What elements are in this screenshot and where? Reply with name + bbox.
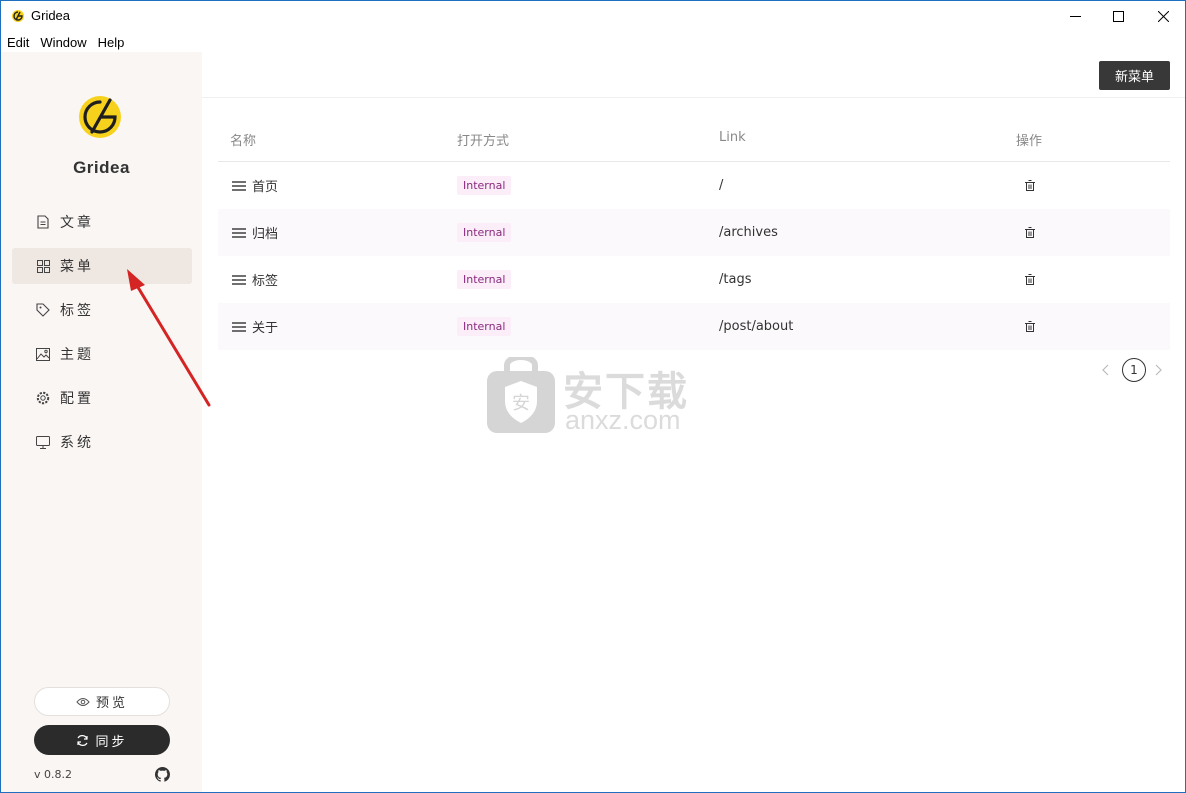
chevron-left-icon[interactable] [1102, 364, 1110, 376]
delete-button[interactable] [1025, 162, 1035, 209]
window-title: Gridea [31, 8, 71, 23]
nav-item-system[interactable]: 系统 [12, 424, 192, 460]
new-menu-button[interactable]: 新菜单 [1099, 61, 1170, 90]
column-header-name: 名称 [230, 134, 257, 149]
row-name: 标签 [252, 274, 279, 289]
delete-button[interactable] [1025, 256, 1035, 303]
row-link: / [719, 178, 724, 193]
nav-label: 系统 [60, 435, 94, 451]
table-row: 归档 Internal /archives [218, 209, 1170, 256]
maximize-icon [1112, 11, 1124, 22]
gridea-app-icon [12, 10, 24, 22]
delete-button[interactable] [1025, 303, 1035, 350]
sync-icon [76, 734, 89, 747]
row-name-cell: 首页 [232, 162, 278, 209]
table-row: 关于 Internal /post/about [218, 303, 1170, 350]
version-label: v 0.8.2 [34, 768, 72, 781]
nav-label: 标签 [60, 303, 94, 319]
sidebar: Gridea 文章 菜单 标签 主题 配置 系统 预览 同步 v 0.8.2 [1, 52, 202, 792]
tag-icon [36, 303, 50, 317]
column-header-link: Link [719, 130, 746, 145]
row-name-cell: 标签 [232, 256, 278, 303]
column-header-open-type: 打开方式 [457, 134, 510, 149]
image-icon [36, 347, 50, 361]
app-window: Gridea Edit Window Help Gridea 文章 菜单 标签 … [0, 0, 1186, 793]
open-type-tag: Internal [457, 223, 512, 242]
nav-label: 菜单 [60, 259, 94, 275]
sync-button[interactable]: 同步 [34, 725, 170, 755]
row-name: 关于 [252, 321, 279, 336]
title-bar: Gridea [1, 1, 1185, 32]
watermark: 安 安下载 anxz.com [485, 357, 705, 437]
open-type-tag: Internal [457, 317, 512, 336]
trash-icon [1025, 227, 1035, 238]
minimize-button[interactable] [1053, 1, 1097, 32]
close-icon [1157, 11, 1169, 22]
table-header: 名称 打开方式 Link 操作 [218, 116, 1170, 162]
drag-handle-icon[interactable] [232, 227, 246, 239]
trash-icon [1025, 180, 1035, 191]
table-row: 首页 Internal / [218, 162, 1170, 209]
watermark-subtext: anxz.com [565, 405, 681, 435]
eye-icon [76, 697, 90, 707]
menu-help[interactable]: Help [98, 35, 125, 50]
row-open-type-cell: Internal [457, 209, 512, 256]
menu-table: 名称 打开方式 Link 操作 首页 Internal / 归档 Interna… [218, 116, 1170, 350]
nav-item-articles[interactable]: 文章 [12, 204, 192, 240]
open-type-tag: Internal [457, 270, 512, 289]
drag-handle-icon[interactable] [232, 274, 246, 286]
row-name: 首页 [252, 180, 279, 195]
preview-label: 预览 [95, 696, 128, 711]
menu-window[interactable]: Window [40, 35, 86, 50]
chevron-right-icon[interactable] [1154, 364, 1162, 376]
grid-icon [36, 259, 50, 273]
shield-icon: 安 [487, 357, 555, 433]
close-button[interactable] [1141, 1, 1185, 32]
drag-handle-icon[interactable] [232, 321, 246, 333]
row-open-type-cell: Internal [457, 256, 512, 303]
delete-button[interactable] [1025, 209, 1035, 256]
monitor-icon [36, 435, 50, 449]
table-row: 标签 Internal /tags [218, 256, 1170, 303]
menu-bar: Edit Window Help [1, 32, 1185, 52]
row-open-type-cell: Internal [457, 162, 512, 209]
maximize-button[interactable] [1096, 1, 1140, 32]
svg-text:安: 安 [512, 393, 530, 414]
row-link: /tags [719, 272, 752, 287]
nav-label: 主题 [60, 347, 94, 363]
row-name-cell: 关于 [232, 303, 278, 350]
main-toolbar: 新菜单 [202, 52, 1185, 98]
drag-handle-icon[interactable] [232, 180, 246, 192]
menu-edit[interactable]: Edit [7, 35, 29, 50]
pagination: 1 [1102, 358, 1172, 384]
row-name-cell: 归档 [232, 209, 278, 256]
annotation-arrow-icon [127, 269, 211, 407]
gridea-logo [79, 96, 121, 138]
row-link: /post/about [719, 319, 794, 334]
nav-label: 配置 [60, 391, 94, 407]
column-header-actions: 操作 [1016, 134, 1043, 149]
preview-button[interactable]: 预览 [34, 687, 170, 716]
sync-label: 同步 [95, 734, 128, 750]
github-icon[interactable] [155, 767, 170, 782]
brand-name: Gridea [73, 158, 130, 177]
trash-icon [1025, 321, 1035, 332]
row-name: 归档 [252, 227, 279, 242]
gear-icon [36, 391, 50, 405]
row-open-type-cell: Internal [457, 303, 512, 350]
nav-label: 文章 [60, 215, 94, 231]
minimize-icon [1069, 16, 1081, 17]
page-number-current[interactable]: 1 [1122, 358, 1146, 382]
row-link: /archives [719, 225, 778, 240]
trash-icon [1025, 274, 1035, 285]
document-icon [36, 215, 50, 229]
open-type-tag: Internal [457, 176, 512, 195]
